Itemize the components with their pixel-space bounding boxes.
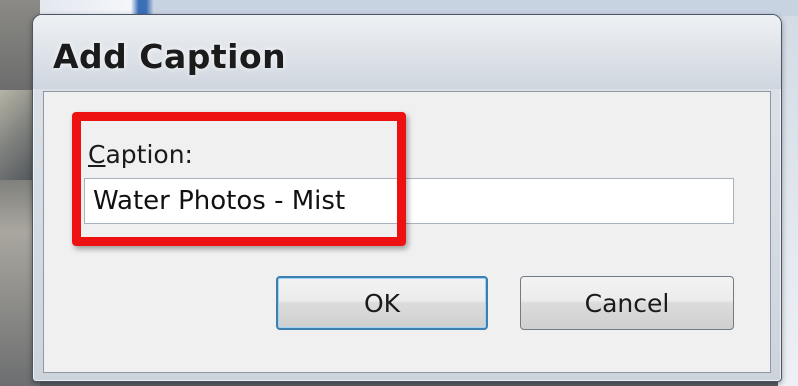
dialog-title: Add Caption [53, 37, 287, 76]
dialog-client-area: Caption: OK Cancel [43, 91, 771, 373]
caption-label-text: aption: [105, 140, 193, 169]
dialog-titlebar[interactable]: Add Caption [33, 15, 781, 89]
caption-input[interactable] [84, 178, 734, 224]
caption-label-accelerator: C [88, 140, 106, 169]
cancel-button[interactable]: Cancel [520, 276, 734, 330]
add-caption-dialog: Add Caption Caption: OK Cancel [32, 14, 782, 382]
ok-button[interactable]: OK [276, 276, 488, 330]
caption-label: Caption: [88, 140, 193, 169]
